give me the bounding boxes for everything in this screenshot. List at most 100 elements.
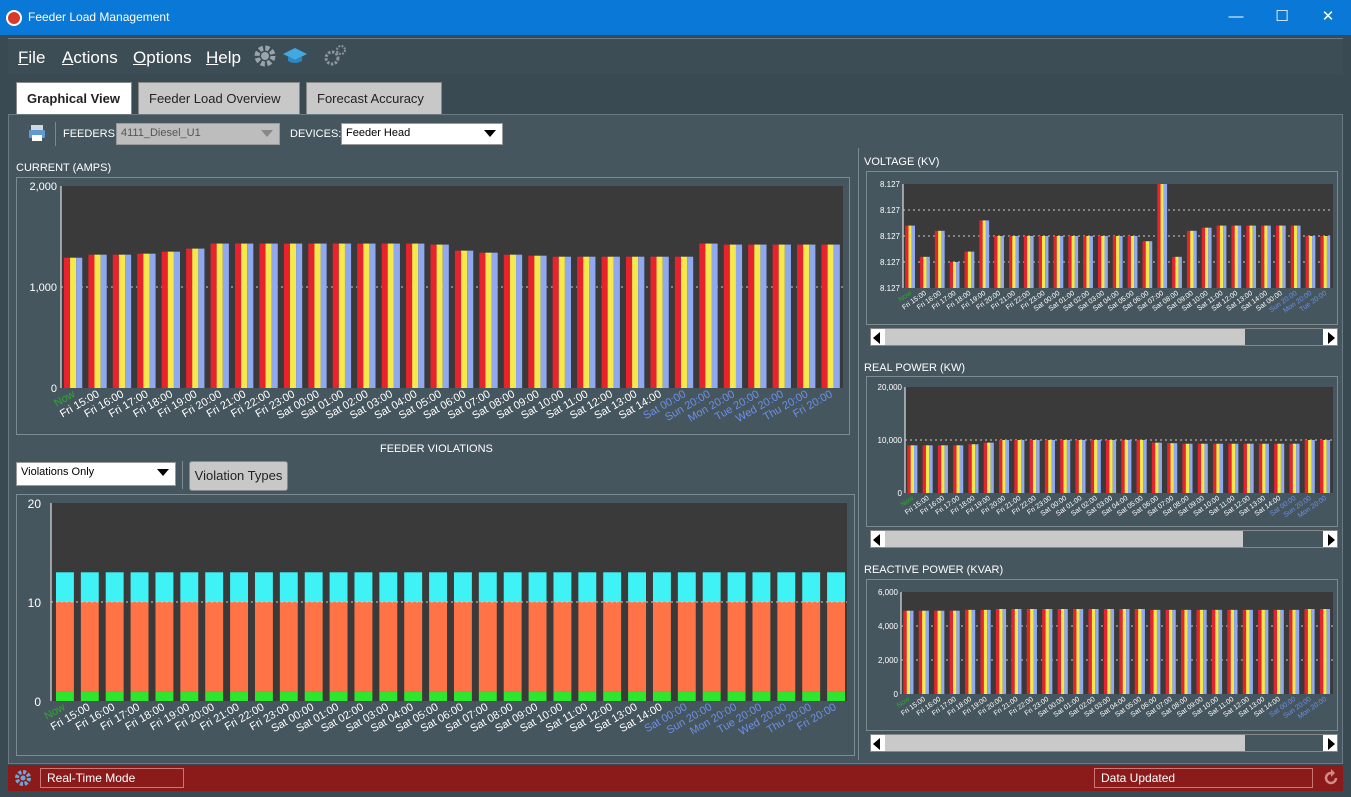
minimize-button[interactable]: — xyxy=(1213,0,1259,35)
current-bar-red xyxy=(723,244,730,388)
scrollbar-track[interactable] xyxy=(1243,531,1323,547)
tab-forecast-accuracy[interactable]: Forecast Accuracy xyxy=(306,82,442,114)
voltage-bar-yellow xyxy=(1056,236,1061,288)
violation-bar-orange xyxy=(827,602,846,692)
real_power-bar-red xyxy=(1029,440,1033,493)
advanced-settings-gears-icon[interactable] xyxy=(322,43,348,69)
violation-bar-cyan xyxy=(777,572,796,602)
voltage-bar-yellow xyxy=(1249,225,1253,288)
reactive_power-bar-red xyxy=(1181,609,1185,694)
real_power-bar-red xyxy=(1136,440,1140,493)
settings-gear-icon[interactable] xyxy=(252,43,278,69)
training-cap-icon[interactable] xyxy=(282,43,308,69)
violation-bar-cyan xyxy=(503,572,522,602)
scrollbar-track[interactable] xyxy=(1245,735,1323,751)
voltage-bar-red xyxy=(1038,236,1042,288)
violation-bar-green xyxy=(777,691,796,701)
violation-types-button[interactable]: Violation Types xyxy=(189,461,288,491)
voltage-bar-red xyxy=(949,262,953,288)
voltage-bar-red xyxy=(1142,241,1146,288)
window-title: Feeder Load Management xyxy=(28,10,170,24)
current-bar-blue xyxy=(271,243,278,388)
violation-bar-orange xyxy=(404,602,423,692)
tab-graphical-view[interactable]: Graphical View xyxy=(16,82,132,115)
menu-help[interactable]: Help xyxy=(206,48,241,68)
voltage-chart-frame: 8.127 8.127 8.127 8.127 8.127 Now Fri 15:00 Fri… xyxy=(866,171,1338,325)
scrollbar-track[interactable] xyxy=(1245,329,1323,345)
real_power-bar-yellow xyxy=(971,444,976,493)
real_power-bar-red xyxy=(953,445,957,493)
y-tick-label: 0 xyxy=(898,489,903,498)
real_power-bar-blue xyxy=(1250,443,1254,493)
settings-gear-icon[interactable] xyxy=(14,769,32,787)
current-bar-blue xyxy=(369,243,376,388)
real_power-bar-red xyxy=(1075,440,1079,493)
violation-bar-green xyxy=(727,691,746,701)
voltage-horizontal-scrollbar[interactable] xyxy=(870,328,1338,346)
violation-bar-cyan xyxy=(528,572,547,602)
scroll-left-icon[interactable] xyxy=(873,534,880,546)
current-bar-red xyxy=(381,243,388,388)
violation-bar-orange xyxy=(230,602,249,692)
y-tick-label: 10,000 xyxy=(878,436,903,445)
real_power-bar-yellow xyxy=(1063,440,1067,493)
real-power-horizontal-scrollbar[interactable] xyxy=(870,530,1338,548)
current-bar-blue xyxy=(393,243,400,388)
current-bar-red xyxy=(454,250,462,388)
violation-bar-cyan xyxy=(752,572,771,602)
scrollbar-thumb[interactable] xyxy=(885,329,1247,345)
voltage-bar-red xyxy=(934,230,939,288)
scroll-right-icon[interactable] xyxy=(1328,738,1335,750)
reactive_power-bar-red xyxy=(1304,609,1308,694)
current-bar-blue xyxy=(198,248,205,388)
current-bar-yellow xyxy=(387,243,394,388)
voltage-bar-red xyxy=(1320,236,1324,288)
menu-actions[interactable]: Actions xyxy=(62,48,118,68)
real_power-bar-blue xyxy=(1235,443,1239,493)
violation-bar-orange xyxy=(677,602,696,692)
voltage-bar-blue xyxy=(971,251,975,288)
real_power-bar-blue xyxy=(1082,440,1086,493)
real_power-bar-blue xyxy=(1097,440,1101,493)
current-bar-yellow xyxy=(412,243,419,388)
scroll-right-icon[interactable] xyxy=(1328,332,1335,344)
reactive_power-bar-yellow xyxy=(983,609,988,694)
current-bar-blue xyxy=(173,251,181,388)
current-bar-yellow xyxy=(778,244,785,388)
violation-bar-orange xyxy=(379,602,398,692)
close-button[interactable]: ✕ xyxy=(1305,0,1351,35)
current-bar-red xyxy=(528,255,535,388)
voltage-bar-blue xyxy=(1237,225,1242,288)
devices-select[interactable]: Feeder Head xyxy=(341,123,503,145)
scroll-left-icon[interactable] xyxy=(873,738,880,750)
current-chart: 01,0002,000NowFri 15:00Fri 16:00Fri 17:0… xyxy=(29,181,843,425)
voltage-bar-blue xyxy=(1326,236,1331,288)
voltage-bar-yellow xyxy=(1219,225,1224,288)
scroll-right-icon[interactable] xyxy=(1328,534,1335,546)
real_power-bar-blue xyxy=(1005,440,1010,493)
real_power-bar-red xyxy=(1228,443,1232,493)
maximize-button[interactable]: ☐ xyxy=(1259,0,1305,35)
reactive_power-bar-blue xyxy=(940,610,945,694)
refresh-icon[interactable] xyxy=(1322,769,1340,787)
reactive_power-bar-yellow xyxy=(1276,609,1281,694)
violation-bar-cyan xyxy=(205,572,224,602)
scrollbar-thumb[interactable] xyxy=(885,735,1247,751)
scroll-left-icon[interactable] xyxy=(873,332,880,344)
violation-bar-cyan xyxy=(652,572,671,602)
reactive_power-bar-blue xyxy=(1110,609,1115,694)
print-icon[interactable] xyxy=(28,124,46,142)
real_power-bar-blue xyxy=(990,442,994,493)
violations-filter-select[interactable]: Violations Only xyxy=(16,462,176,486)
reactive-power-horizontal-scrollbar[interactable] xyxy=(870,734,1338,752)
violation-bar-orange xyxy=(503,602,522,692)
voltage-bar-blue xyxy=(1148,241,1153,288)
real_power-bar-yellow xyxy=(925,445,930,493)
tab-feeder-load-overview[interactable]: Feeder Load Overview xyxy=(138,82,300,114)
reactive_power-bar-red xyxy=(1042,609,1046,694)
scrollbar-thumb[interactable] xyxy=(885,531,1245,547)
panel-splitter[interactable] xyxy=(858,148,859,760)
menu-options[interactable]: Options xyxy=(133,48,192,68)
menu-file[interactable]: File xyxy=(18,48,45,68)
real_power-bar-red xyxy=(968,444,972,493)
